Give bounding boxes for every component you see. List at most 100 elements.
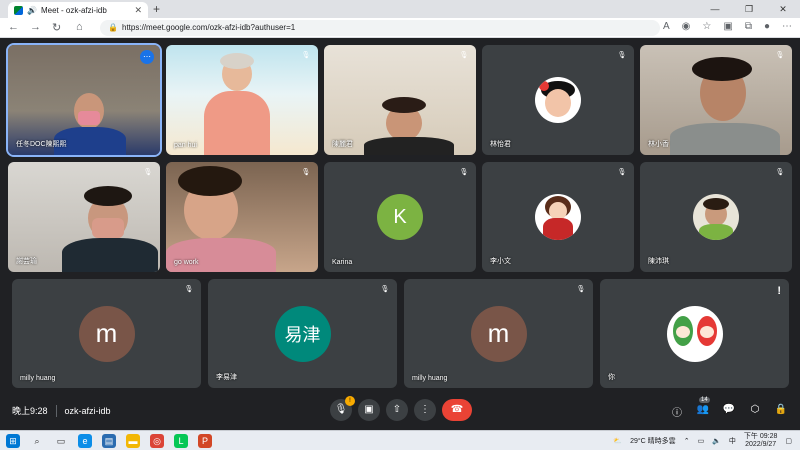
participant-name: 謝芸瑜 — [16, 258, 37, 265]
divider — [55, 404, 57, 417]
notification-icon[interactable]: ▢ — [785, 437, 792, 445]
muted-mic-icon: 🎙 — [143, 169, 153, 176]
participant-name: 林小香 — [648, 141, 669, 148]
chrome-icon[interactable]: ◎ — [150, 434, 164, 448]
weather-text[interactable]: 29°C 晴時多雲 — [630, 436, 676, 446]
side-panel-controls: ⓘ 👥 14 💬 ⬡ 🔒 — [670, 397, 788, 419]
address-bar-row: ← → ↻ ⌂ 🔒 https://meet.google.com/ozk-af… — [0, 18, 800, 38]
speaker-icon[interactable]: 🔊 — [27, 6, 37, 15]
url-text: https://meet.google.com/ozk-afzi-idb?aut… — [122, 23, 296, 32]
ime-indicator[interactable]: 中 — [729, 436, 736, 446]
volume-icon[interactable]: 🔈 — [712, 437, 721, 445]
menu-icon[interactable]: ⋯ — [782, 21, 792, 32]
forward-icon[interactable]: → — [30, 21, 41, 33]
powerpoint-icon[interactable]: P — [198, 434, 212, 448]
muted-mic-icon: 🎙 — [775, 169, 785, 176]
participant-tile[interactable]: 🎙 go work — [166, 162, 318, 272]
weather-icon[interactable]: ⛅ — [613, 437, 622, 445]
lock-icon[interactable]: 🔒 — [108, 20, 118, 36]
participant-tile[interactable]: 🎙 陳麗君 — [324, 45, 476, 155]
participant-name: 林怡君 — [490, 141, 511, 148]
host-controls-button[interactable]: 🔒 — [774, 404, 788, 419]
extensions-icon[interactable]: ⧉ — [745, 21, 752, 32]
meeting-controls-bar: 晚上9:28 ozk-afzi-idb 🎙 ! ▣ ⇧ ⋮ ☎ ⓘ 👥 14 💬… — [0, 396, 800, 430]
camera-button[interactable]: ▣ — [358, 399, 380, 421]
mic-off-icon: 🎙 — [334, 404, 348, 415]
call-controls: 🎙 ! ▣ ⇧ ⋮ ☎ — [330, 396, 472, 421]
profile-picture — [535, 77, 581, 123]
leave-call-button[interactable]: ☎ — [442, 399, 472, 421]
participant-tile[interactable]: m 🎙 milly huang — [12, 279, 201, 388]
windows-taskbar: ⊞ ⌕ ▭ e ▤ ▬ ◎ L P ⛅ 29°C 晴時多雲 ⌃ ▭ 🔈 中 下午… — [0, 430, 800, 450]
camera-icon: ▣ — [364, 404, 374, 415]
meeting-details-button[interactable]: ⓘ — [670, 404, 684, 419]
home-icon[interactable]: ⌂ — [76, 21, 83, 33]
muted-mic-icon: 🎙 — [775, 52, 785, 59]
participant-tile[interactable]: K 🎙 Karina — [324, 162, 476, 272]
activities-button[interactable]: ⬡ — [748, 404, 762, 419]
hang-up-icon: ☎ — [450, 404, 464, 415]
muted-mic-icon: 🎙 — [301, 52, 311, 59]
letter-avatar: K — [377, 194, 423, 240]
task-view-icon[interactable]: ▭ — [54, 434, 68, 448]
chat-button[interactable]: 💬 — [722, 404, 736, 419]
alert-icon[interactable]: ! — [777, 285, 781, 297]
more-options-button[interactable]: ⋮ — [414, 399, 436, 421]
participant-tile[interactable]: 🎙 陳沛琪 — [640, 162, 792, 272]
line-app-icon[interactable]: L — [174, 434, 188, 448]
microphone-button[interactable]: 🎙 ! — [330, 396, 355, 421]
reload-icon[interactable]: ↻ — [52, 21, 61, 34]
participant-tile[interactable]: 易津 🎙 李易津 — [208, 279, 397, 388]
muted-mic-icon: 🎙 — [459, 52, 469, 59]
participant-name: Karina — [332, 259, 353, 266]
people-button[interactable]: 👥 14 — [696, 397, 710, 419]
network-icon[interactable]: ▭ — [698, 437, 705, 445]
file-explorer-icon[interactable]: ▬ — [126, 434, 140, 448]
tab-title: Meet - ozk-afzi-idb — [40, 5, 107, 15]
windows-start-icon[interactable]: ⊞ — [6, 434, 20, 448]
muted-mic-icon: 🎙 — [184, 286, 194, 293]
participant-tile[interactable]: m 🎙 milly huang — [404, 279, 593, 388]
participant-tile[interactable]: 🎙 林怡君 — [482, 45, 634, 155]
participant-name: 李小文 — [490, 258, 511, 265]
maximize-button[interactable]: ❐ — [732, 0, 766, 18]
favorites-icon[interactable]: ☆ — [702, 21, 711, 32]
edge-icon[interactable]: e — [78, 434, 92, 448]
collections-icon[interactable]: ▣ — [723, 21, 732, 32]
document-app-icon[interactable]: ▤ — [102, 434, 116, 448]
back-icon[interactable]: ← — [8, 21, 19, 33]
chat-icon: 💬 — [722, 404, 736, 415]
participant-tile[interactable]: 🎙 李小文 — [482, 162, 634, 272]
browser-titlebar: 🔊 Meet - ozk-afzi-idb ✕ + — ❐ ✕ — [0, 0, 800, 18]
clock[interactable]: 下午 09:28 2022/9/27 — [744, 433, 777, 449]
letter-avatar: 易津 — [274, 305, 331, 362]
profile-icon[interactable]: ● — [764, 21, 770, 32]
meeting-info: 晚上9:28 ozk-afzi-idb — [12, 404, 111, 417]
participant-tile[interactable]: 🎙 林小香 — [640, 45, 792, 155]
minimize-button[interactable]: — — [698, 0, 732, 18]
browser-tab[interactable]: 🔊 Meet - ozk-afzi-idb ✕ — [8, 2, 148, 18]
mic-warning-badge: ! — [345, 396, 355, 406]
participant-name: pan hui — [174, 142, 197, 149]
camera-permission-icon[interactable]: ◉ — [682, 21, 691, 32]
more-options-button[interactable]: ⋯ — [140, 50, 154, 64]
profile-picture — [693, 194, 739, 240]
new-tab-button[interactable]: + — [153, 2, 160, 16]
url-field[interactable]: 🔒 https://meet.google.com/ozk-afzi-idb?a… — [100, 20, 660, 36]
meeting-time: 晚上9:28 — [12, 406, 48, 416]
read-aloud-icon[interactable]: A — [663, 21, 670, 32]
meeting-code: ozk-afzi-idb — [64, 405, 111, 416]
search-icon[interactable]: ⌕ — [30, 434, 44, 448]
participant-tile[interactable]: 🎙 謝芸瑜 — [8, 162, 160, 272]
close-window-button[interactable]: ✕ — [766, 0, 800, 18]
participant-tile[interactable]: 🎙 pan hui — [166, 45, 318, 155]
close-tab-icon[interactable]: ✕ — [134, 5, 142, 16]
self-tile[interactable]: ! 你 — [600, 279, 789, 388]
lock-person-icon: 🔒 — [774, 404, 788, 415]
letter-avatar: m — [470, 305, 527, 362]
present-button[interactable]: ⇧ — [386, 399, 408, 421]
tray-overflow-icon[interactable]: ⌃ — [684, 437, 690, 445]
muted-mic-icon: 🎙 — [301, 169, 311, 176]
more-vert-icon: ⋮ — [420, 404, 430, 415]
participant-tile[interactable]: ⋯ 任冬DOC陳熙熙 — [6, 43, 162, 157]
